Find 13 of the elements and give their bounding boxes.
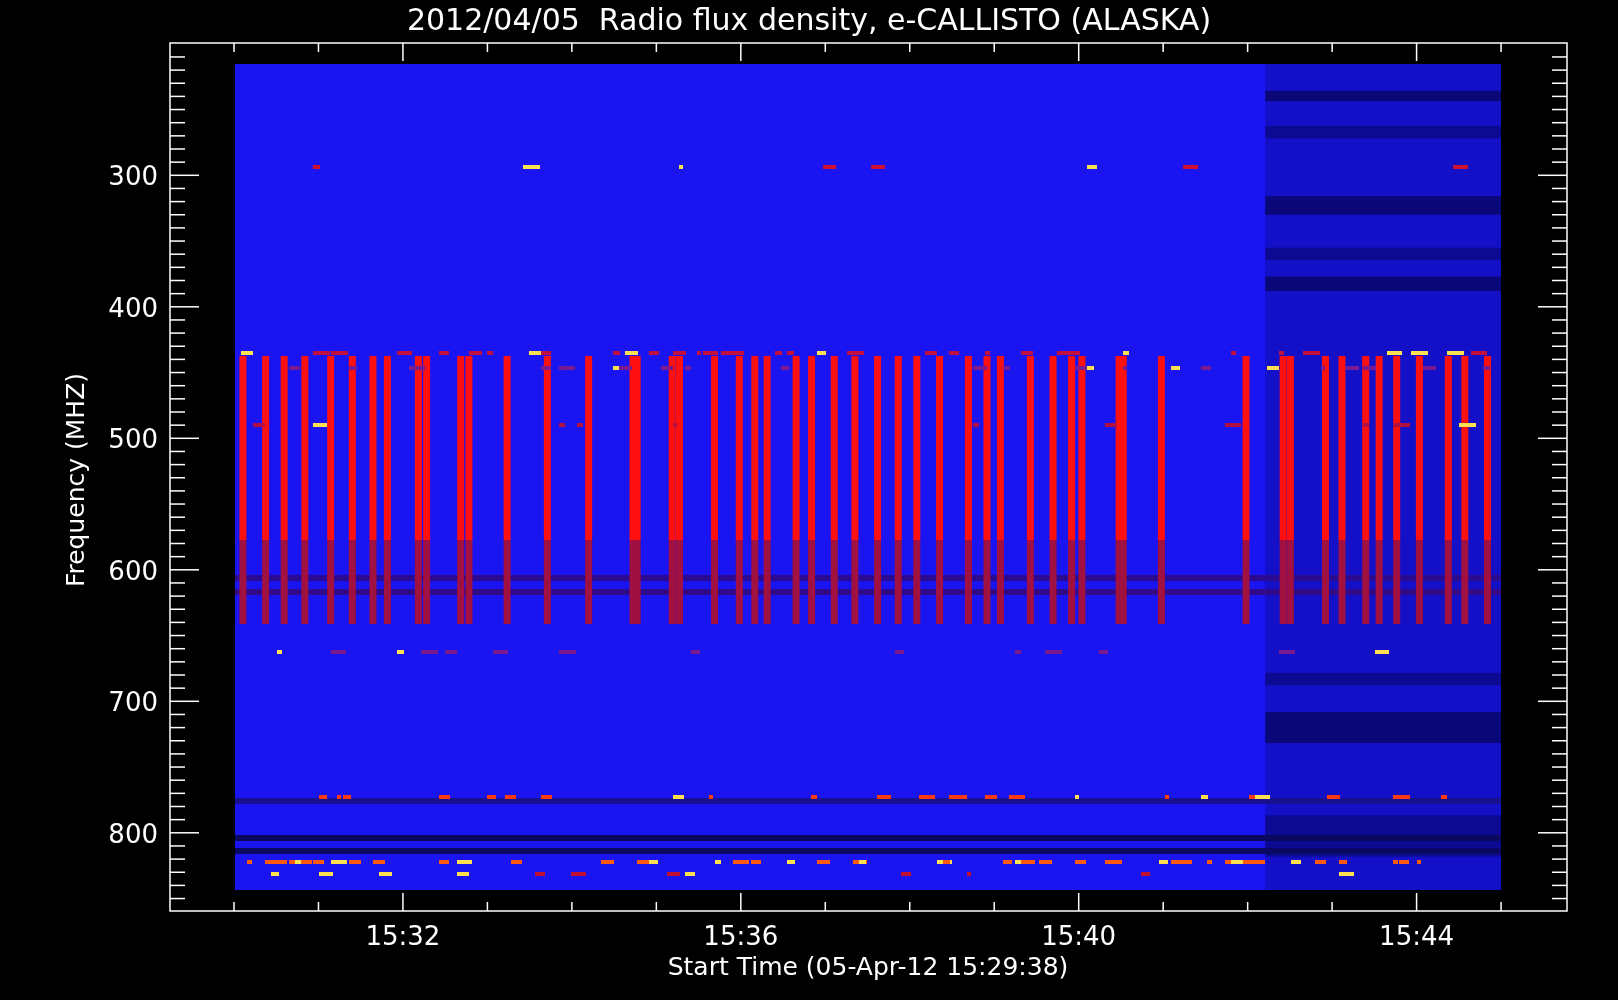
y-tick-label: 700 — [108, 687, 158, 718]
x-tick-label: 15:40 — [1041, 921, 1117, 951]
y-tick-label: 500 — [108, 424, 158, 455]
y-tick-label: 400 — [108, 292, 158, 323]
chart-title: 2012/04/05 Radio flux density, e-CALLISTO (ALASKA) — [406, 2, 1212, 37]
y-tick-label: 800 — [108, 818, 158, 849]
y-axis-label: Frequency (MHZ) — [61, 372, 90, 588]
y-tick-label: 300 — [108, 161, 158, 192]
x-tick-label: 15:36 — [703, 921, 779, 951]
x-tick-label: 15:44 — [1379, 921, 1455, 951]
x-axis-label: Start Time (05-Apr-12 15:29:38) — [667, 952, 1069, 981]
x-tick-label: 15:32 — [365, 921, 441, 951]
y-tick-label: 600 — [108, 555, 158, 586]
